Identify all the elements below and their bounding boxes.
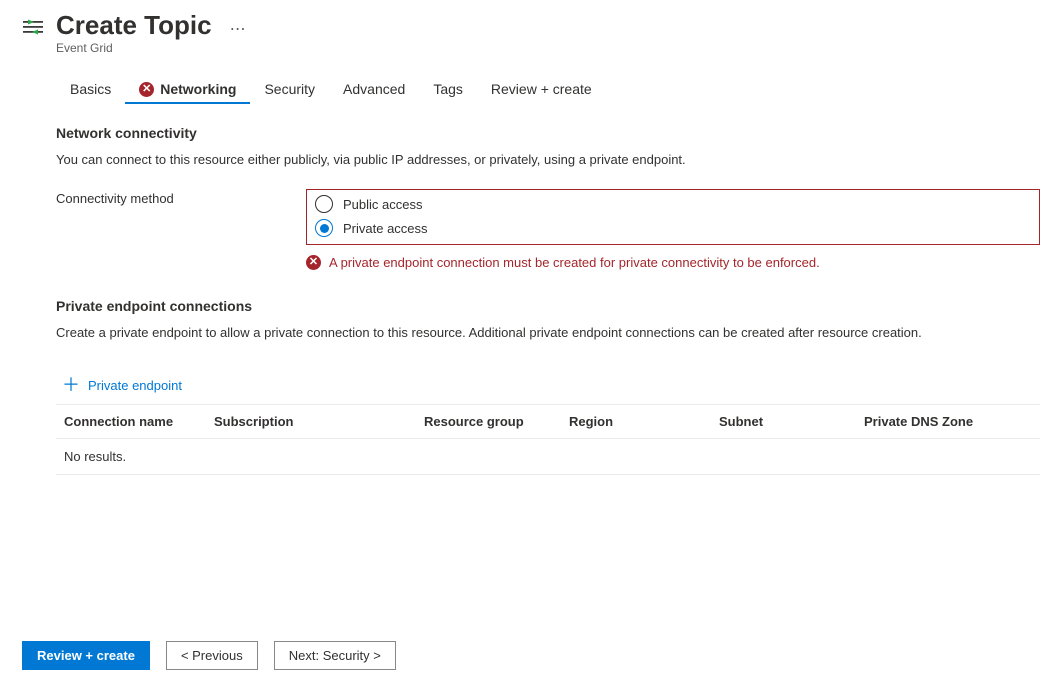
network-connectivity-desc: You can connect to this resource either … bbox=[56, 151, 1040, 169]
network-connectivity-heading: Network connectivity bbox=[56, 125, 1040, 141]
previous-button[interactable]: < Previous bbox=[166, 641, 258, 670]
tab-basics[interactable]: Basics bbox=[56, 75, 125, 103]
tab-networking[interactable]: ✕ Networking bbox=[125, 75, 250, 103]
add-private-endpoint-label: Private endpoint bbox=[88, 378, 182, 393]
error-icon: ✕ bbox=[306, 255, 321, 270]
wizard-tabs: Basics ✕ Networking Security Advanced Ta… bbox=[56, 75, 1040, 103]
more-actions-button[interactable]: ⋯ bbox=[230, 19, 247, 39]
col-connection-name[interactable]: Connection name bbox=[64, 414, 214, 429]
tab-advanced[interactable]: Advanced bbox=[329, 75, 419, 103]
radio-public-access[interactable]: Public access bbox=[315, 192, 1031, 216]
tab-tags[interactable]: Tags bbox=[419, 75, 477, 103]
table-empty-row: No results. bbox=[56, 439, 1040, 475]
validation-error: ✕ A private endpoint connection must be … bbox=[306, 255, 1040, 270]
col-subnet[interactable]: Subnet bbox=[719, 414, 864, 429]
col-resource-group[interactable]: Resource group bbox=[424, 414, 569, 429]
event-grid-icon bbox=[22, 16, 44, 38]
col-subscription[interactable]: Subscription bbox=[214, 414, 424, 429]
tab-security[interactable]: Security bbox=[250, 75, 329, 103]
radio-public-label: Public access bbox=[343, 197, 422, 212]
add-private-endpoint-button[interactable]: ＋ Private endpoint bbox=[56, 362, 1040, 404]
wizard-footer: Review + create < Previous Next: Securit… bbox=[22, 641, 396, 670]
tab-review[interactable]: Review + create bbox=[477, 75, 606, 103]
connectivity-radio-group: Public access Private access bbox=[306, 189, 1040, 245]
radio-checked-icon bbox=[315, 219, 333, 237]
col-region[interactable]: Region bbox=[569, 414, 719, 429]
private-endpoint-table: Connection name Subscription Resource gr… bbox=[56, 404, 1040, 475]
plus-icon: ＋ bbox=[62, 376, 80, 394]
col-private-dns-zone[interactable]: Private DNS Zone bbox=[864, 414, 1032, 429]
table-header: Connection name Subscription Resource gr… bbox=[56, 404, 1040, 439]
private-endpoint-heading: Private endpoint connections bbox=[56, 298, 1040, 314]
page-title: Create Topic bbox=[56, 10, 212, 41]
error-message: A private endpoint connection must be cr… bbox=[329, 255, 820, 270]
page-subtitle: Event Grid bbox=[56, 41, 247, 55]
tab-networking-label: Networking bbox=[160, 81, 236, 97]
radio-private-access[interactable]: Private access bbox=[315, 216, 1031, 240]
radio-unchecked-icon bbox=[315, 195, 333, 213]
next-button[interactable]: Next: Security > bbox=[274, 641, 396, 670]
connectivity-method-label: Connectivity method bbox=[56, 189, 306, 206]
error-icon: ✕ bbox=[139, 82, 154, 97]
private-endpoint-desc: Create a private endpoint to allow a pri… bbox=[56, 324, 1040, 342]
radio-private-label: Private access bbox=[343, 221, 428, 236]
review-create-button[interactable]: Review + create bbox=[22, 641, 150, 670]
